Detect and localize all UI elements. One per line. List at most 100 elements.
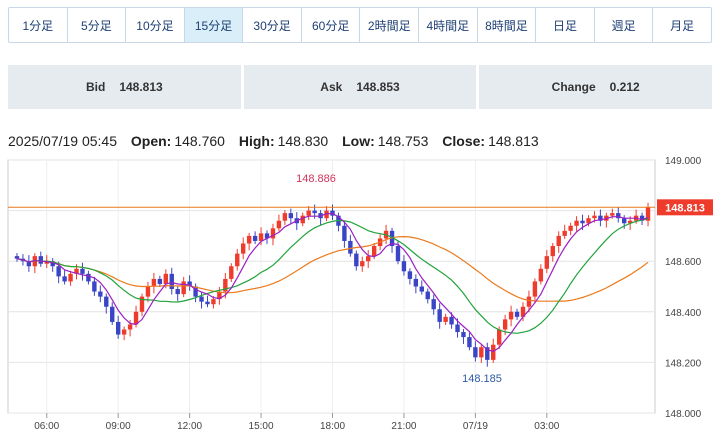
- high-value: 148.830: [277, 133, 329, 149]
- candle-body: [145, 286, 151, 297]
- candle-body: [455, 324, 460, 333]
- candle-body: [127, 324, 133, 330]
- timeframe-tabs: 1分足 5分足 10分足 15分足 30分足 60分足 2時間足 4時間足 8時間足 日足 週足 月足: [8, 7, 712, 43]
- candle-body: [491, 344, 496, 360]
- candle-body: [473, 347, 478, 358]
- candle-body: [205, 301, 210, 305]
- candle-body: [532, 281, 538, 297]
- candle-body: [401, 261, 407, 272]
- ohlc-datetime: 2025/07/19 05:45: [8, 133, 117, 149]
- tab-timeframe-6[interactable]: 2時間足: [360, 8, 420, 42]
- x-tick-label: 07/19: [463, 421, 488, 432]
- ask-label: Ask: [320, 80, 343, 94]
- candle-body: [211, 299, 216, 305]
- candle-body: [610, 213, 615, 216]
- candle-body: [544, 256, 550, 269]
- candle-body: [110, 306, 115, 322]
- candle-body: [437, 309, 442, 322]
- candle-body: [115, 321, 121, 335]
- y-tick-label: 149.000: [665, 156, 702, 167]
- x-tick-label: 09:00: [106, 421, 131, 432]
- tab-timeframe-11[interactable]: 月足: [653, 8, 711, 42]
- candle-body: [104, 296, 109, 307]
- candle-body: [419, 286, 424, 292]
- chart-canvas[interactable]: 149.000148.800148.600148.400148.200148.0…: [0, 150, 720, 437]
- candle-body: [246, 235, 252, 244]
- candle-body: [235, 253, 240, 267]
- candle-body: [407, 271, 413, 279]
- candle-body: [502, 319, 508, 330]
- tab-timeframe-7[interactable]: 4時間足: [419, 8, 478, 42]
- high-label: High:: [238, 133, 275, 149]
- x-tick-label: 03:00: [534, 421, 559, 432]
- ask-cell: Ask 148.853: [243, 65, 477, 109]
- x-tick-label: 06:00: [34, 421, 59, 432]
- candle-body: [443, 316, 448, 322]
- candle-body: [241, 243, 246, 254]
- candle-body: [169, 273, 174, 290]
- candle-body: [163, 273, 169, 284]
- quote-bar: Bid 148.813 Ask 148.853 Change 0.212: [8, 65, 713, 109]
- candle-body: [526, 296, 532, 307]
- candle-body: [121, 329, 127, 335]
- candle-body: [342, 225, 347, 241]
- candle-body: [449, 316, 454, 325]
- candle-body: [306, 210, 311, 216]
- change-cell: Change 0.212: [479, 65, 713, 109]
- candle-body: [556, 235, 561, 247]
- candle-body: [461, 332, 466, 338]
- tab-timeframe-3[interactable]: 15分足: [184, 8, 244, 42]
- ohlc-readout: 2025/07/19 05:45 Open: 148.760 High: 148.8…: [8, 133, 539, 149]
- candle-body: [348, 240, 353, 254]
- close-label: Close:: [442, 133, 486, 149]
- tab-timeframe-8[interactable]: 8時間足: [478, 8, 537, 42]
- y-tick-label: 148.600: [665, 257, 702, 268]
- candle-body: [276, 220, 282, 229]
- candle-body: [360, 261, 365, 267]
- candle-body: [62, 276, 67, 282]
- close-value: 148.813: [488, 133, 539, 149]
- x-tick-label: 15:00: [249, 421, 274, 432]
- x-tick-label: 18:00: [320, 421, 345, 432]
- tab-timeframe-0[interactable]: 1分足: [9, 8, 68, 42]
- bid-label: Bid: [85, 80, 106, 94]
- candle-body: [562, 230, 567, 236]
- candle-body: [282, 213, 288, 221]
- candle-body: [496, 329, 502, 345]
- candle-body: [56, 266, 61, 277]
- candle-body: [550, 246, 555, 257]
- y-tick-label: 148.000: [665, 409, 702, 420]
- ask-value: 148.853: [356, 80, 400, 94]
- tab-timeframe-10[interactable]: 週足: [595, 8, 654, 42]
- candle-body: [151, 278, 157, 287]
- candle-body: [288, 213, 294, 219]
- candle-body: [68, 273, 73, 282]
- candle-body: [568, 225, 573, 231]
- candle-body: [592, 215, 597, 219]
- candle-body: [366, 256, 371, 262]
- y-tick-label: 148.200: [665, 358, 702, 369]
- candle-body: [14, 256, 20, 259]
- candle-body: [312, 210, 317, 214]
- change-label: Change: [551, 80, 596, 94]
- tab-timeframe-5[interactable]: 60分足: [302, 8, 361, 42]
- candle-body: [86, 273, 91, 282]
- candle-body: [80, 268, 85, 274]
- candle-body: [199, 296, 204, 302]
- candle-body: [181, 281, 186, 295]
- tab-timeframe-9[interactable]: 日足: [536, 8, 595, 42]
- y-tick-label: 148.400: [665, 308, 702, 319]
- candle-body: [258, 233, 264, 241]
- x-tick-label: 12:00: [177, 421, 202, 432]
- bid-cell: Bid 148.813: [8, 65, 241, 109]
- max-price-label: 148.886: [296, 173, 336, 185]
- candle-body: [252, 235, 258, 241]
- candle-body: [98, 291, 103, 297]
- price-chart[interactable]: 149.000148.800148.600148.400148.200148.0…: [0, 150, 720, 437]
- tab-timeframe-4[interactable]: 30分足: [243, 8, 302, 42]
- candle-body: [175, 289, 180, 295]
- bid-value: 148.813: [119, 80, 163, 94]
- candle-body: [38, 256, 43, 264]
- tab-timeframe-1[interactable]: 5分足: [68, 8, 127, 42]
- tab-timeframe-2[interactable]: 10分足: [126, 8, 185, 42]
